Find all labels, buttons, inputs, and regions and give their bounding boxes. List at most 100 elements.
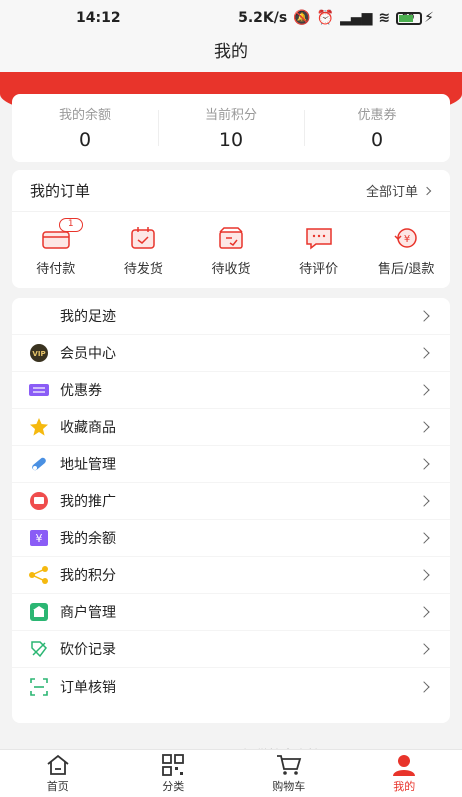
chevron-right-icon [418, 569, 430, 581]
chevron-right-icon [418, 458, 430, 470]
signal-icon: ▂▄▆ [340, 10, 373, 26]
alarm-icon: ⏰ [316, 10, 335, 26]
vip-icon: VIP [28, 342, 50, 364]
menu-item-balance[interactable]: ¥ 我的余额 [12, 520, 450, 557]
chevron-right-icon [418, 680, 430, 693]
chevron-right-icon [418, 347, 430, 359]
menu-label: 我的足迹 [60, 309, 116, 325]
menu-label: 我的积分 [60, 568, 116, 584]
user-icon [393, 754, 416, 776]
stat-label: 优惠券 [357, 108, 397, 123]
footprint-icon [28, 305, 50, 327]
tab-mine[interactable]: 我的 [347, 750, 462, 797]
page-title: 我的 [0, 36, 462, 72]
order-pending-review[interactable]: 待评价 [279, 226, 359, 277]
order-label: 待收货 [211, 262, 251, 277]
menu-label: 砍价记录 [60, 642, 116, 658]
calendar-check-icon [128, 226, 158, 250]
order-pending-receipt[interactable]: 待收货 [191, 226, 271, 277]
tab-label: 首页 [46, 779, 69, 793]
balance-icon: ¥ [28, 527, 50, 549]
bargain-icon [28, 638, 50, 660]
refund-icon: ¥ [391, 226, 421, 250]
menu-item-merchant[interactable]: 商户管理 [12, 594, 450, 631]
stat-value: 0 [370, 129, 384, 151]
menu-item-coupon[interactable]: 优惠券 [12, 372, 450, 409]
chat-icon [304, 226, 334, 250]
order-pending-payment[interactable]: 1 待付款 [16, 218, 96, 277]
order-label: 售后/退款 [377, 262, 435, 277]
cart-icon [276, 754, 301, 775]
chevron-right-icon [418, 643, 430, 655]
menu-item-favorites[interactable]: 收藏商品 [12, 409, 450, 446]
tab-cart[interactable]: 购物车 [231, 750, 347, 797]
stat-label: 当前积分 [204, 108, 257, 123]
menu-label: 商户管理 [60, 605, 116, 621]
chevron-right-icon [418, 532, 430, 544]
menu-label: 我的余额 [60, 531, 116, 547]
chevron-right-icon [418, 421, 430, 433]
merchant-icon [28, 601, 50, 623]
stat-value: 10 [218, 129, 244, 151]
menu-item-bargain[interactable]: 砍价记录 [12, 631, 450, 668]
chevron-right-icon [418, 384, 430, 396]
coupon-icon [28, 379, 50, 401]
promote-icon [28, 490, 50, 512]
menu-item-verify[interactable]: 订单核销 [12, 668, 450, 705]
tab-label: 分类 [162, 779, 185, 793]
wifi-icon: ≋ [378, 10, 391, 26]
stat-label: 我的余额 [58, 108, 111, 123]
stats-card: 我的余额 0 当前积分 10 优惠券 0 [12, 94, 450, 162]
tab-home[interactable]: 首页 [0, 750, 116, 797]
chevron-right-icon [418, 606, 430, 618]
chevron-right-icon [422, 186, 432, 195]
orders-card: 我的订单 全部订单 1 待付款 待发货 待收货 待评价 ¥ 售后/退款 [12, 170, 450, 288]
battery-icon [396, 11, 423, 25]
tab-category[interactable]: 分类 [116, 750, 232, 797]
scan-icon [28, 676, 50, 698]
menu-card: 我的足迹 VIP 会员中心 优惠券 收藏商品 地址管理 我的推广 ¥ 我的余额 … [12, 298, 450, 723]
location-icon [28, 453, 50, 475]
tab-label: 我的 [393, 779, 416, 793]
menu-label: 订单核销 [60, 679, 116, 696]
stat-balance[interactable]: 我的余额 0 [12, 94, 158, 162]
box-icon [216, 226, 246, 250]
mute-icon: 🔕 [293, 10, 311, 26]
order-badge: 1 [58, 218, 83, 232]
menu-label: 地址管理 [60, 457, 116, 473]
charging-icon: ⚡ [424, 10, 434, 26]
chevron-right-icon [418, 495, 430, 507]
all-orders-link[interactable]: 全部订单 [365, 181, 432, 200]
status-time: 14:12 [76, 10, 121, 26]
order-label: 待评价 [299, 262, 339, 277]
menu-item-vip[interactable]: VIP 会员中心 [12, 335, 450, 372]
stat-value: 0 [78, 129, 92, 151]
home-icon [47, 754, 69, 775]
chevron-right-icon [418, 310, 430, 322]
stat-points[interactable]: 当前积分 10 [158, 94, 304, 162]
order-pending-shipment[interactable]: 待发货 [103, 226, 183, 277]
svg-text:VIP: VIP [32, 350, 45, 358]
order-status-row: 1 待付款 待发货 待收货 待评价 ¥ 售后/退款 [12, 212, 450, 277]
stat-coupons[interactable]: 优惠券 0 [304, 94, 450, 162]
menu-item-footprint[interactable]: 我的足迹 [12, 298, 450, 335]
menu-item-promotion[interactable]: 我的推广 [12, 483, 450, 520]
order-label: 待付款 [36, 262, 76, 277]
bottom-tab-bar: 首页 分类 购物车 我的 [0, 749, 462, 797]
svg-text:¥: ¥ [36, 532, 43, 545]
status-bar: 14:12 5.2K/s 🔕 ⏰ ▂▄▆ ≋ 59 ⚡ [0, 0, 462, 36]
orders-title: 我的订单 [30, 182, 91, 200]
wallet-icon: 1 [41, 218, 83, 250]
menu-label: 优惠券 [60, 383, 102, 399]
menu-label: 我的推广 [60, 494, 116, 510]
star-icon [28, 416, 50, 438]
order-label: 待发货 [123, 262, 163, 277]
menu-label: 收藏商品 [60, 420, 116, 436]
points-icon [28, 564, 50, 586]
menu-item-points[interactable]: 我的积分 [12, 557, 450, 594]
all-orders-label: 全部订单 [365, 185, 418, 200]
order-after-sales[interactable]: ¥ 售后/退款 [366, 226, 446, 277]
status-indicators: 5.2K/s 🔕 ⏰ ▂▄▆ ≋ 59 ⚡ [238, 10, 434, 26]
menu-item-address[interactable]: 地址管理 [12, 446, 450, 483]
qrcode-icon [162, 753, 185, 776]
